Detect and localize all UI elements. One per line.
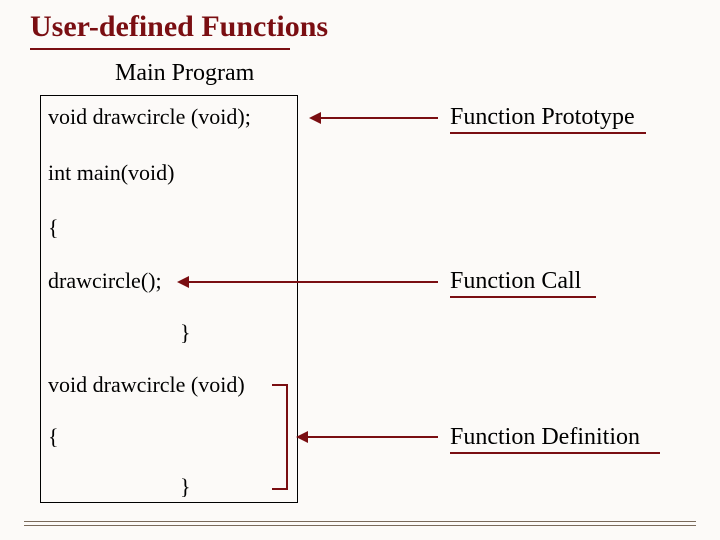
arrow-line-prototype bbox=[321, 117, 438, 119]
code-main-sig: int main(void) bbox=[48, 160, 174, 186]
footer-rule bbox=[24, 521, 696, 526]
code-close-brace: } bbox=[180, 320, 191, 346]
arrow-head-prototype bbox=[309, 112, 321, 124]
code-def-sig: void drawcircle (void) bbox=[48, 372, 245, 398]
code-prototype: void drawcircle (void); bbox=[48, 104, 251, 130]
label-call-underline bbox=[450, 296, 596, 298]
subtitle-main-program: Main Program bbox=[115, 60, 254, 87]
title-underline bbox=[30, 48, 290, 50]
code-def-close: } bbox=[180, 474, 191, 500]
label-prototype-underline bbox=[450, 132, 646, 134]
code-call: drawcircle(); bbox=[48, 268, 162, 294]
arrow-head-definition bbox=[296, 431, 308, 443]
label-call: Function Call bbox=[450, 268, 581, 295]
code-def-open: { bbox=[48, 424, 59, 450]
label-prototype: Function Prototype bbox=[450, 104, 635, 131]
arrow-head-call bbox=[177, 276, 189, 288]
label-definition: Function Definition bbox=[450, 424, 640, 451]
label-definition-underline bbox=[450, 452, 660, 454]
arrow-line-call bbox=[189, 281, 438, 283]
slide: User-defined Functions Main Program void… bbox=[0, 0, 720, 540]
code-open-brace: { bbox=[48, 215, 59, 241]
slide-title: User-defined Functions bbox=[30, 10, 328, 44]
arrow-line-definition bbox=[308, 436, 438, 438]
bracket-bottom bbox=[272, 488, 288, 490]
code-box bbox=[40, 95, 298, 503]
bracket-vertical bbox=[286, 384, 288, 490]
